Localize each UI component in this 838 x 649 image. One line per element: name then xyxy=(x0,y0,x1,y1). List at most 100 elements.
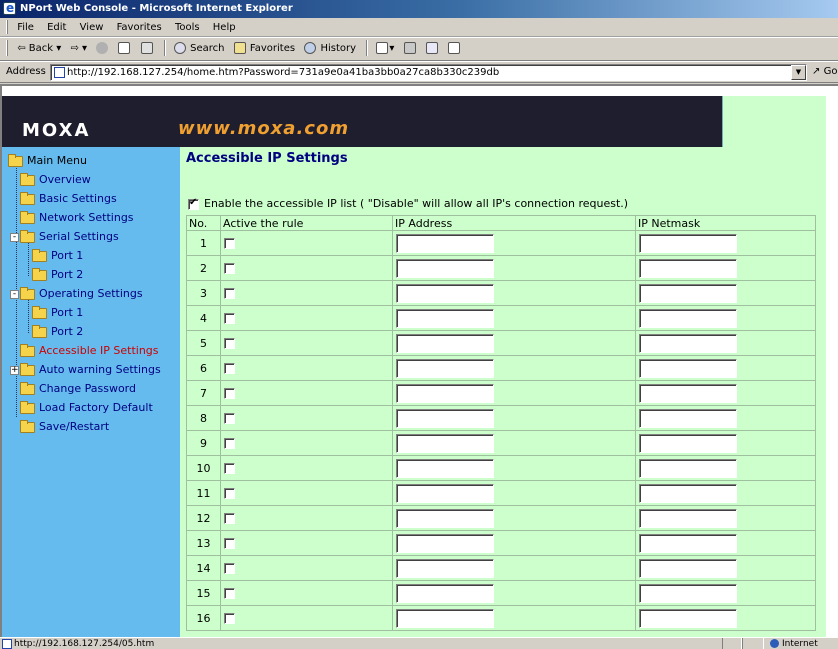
sidebar-item-change-password[interactable]: Change Password xyxy=(20,380,136,398)
sidebar-item-load-factory-default[interactable]: Load Factory Default xyxy=(20,399,153,417)
rule-active-checkbox[interactable] xyxy=(224,488,235,499)
address-dropdown-button[interactable]: ▼ xyxy=(791,65,806,80)
rule-active-cell xyxy=(220,455,393,481)
sidebar-item-save-restart[interactable]: Save/Restart xyxy=(20,418,109,436)
ip-netmask-input[interactable] xyxy=(639,233,737,253)
rule-active-cell xyxy=(220,330,393,356)
sidebar-item-serial-settings[interactable]: - Serial Settings xyxy=(10,228,119,246)
rule-active-checkbox[interactable] xyxy=(224,288,235,299)
forward-button[interactable]: ⇨ ▾ xyxy=(70,43,87,54)
expand-icon[interactable]: + xyxy=(10,365,19,375)
rule-number: 5 xyxy=(186,330,221,356)
ip-netmask-cell xyxy=(635,430,816,456)
sidebar-item-serial-port-1[interactable]: Port 1 xyxy=(32,247,83,265)
enable-accessible-ip-checkbox[interactable] xyxy=(188,197,199,210)
ip-address-input[interactable] xyxy=(396,233,494,253)
sidebar-item-overview[interactable]: Overview xyxy=(20,171,91,189)
ip-address-input[interactable] xyxy=(396,283,494,303)
sidebar-item-operating-port-1[interactable]: Port 1 xyxy=(32,304,83,322)
rule-active-checkbox[interactable] xyxy=(224,463,235,474)
rule-active-checkbox[interactable] xyxy=(224,238,235,249)
address-label: Address xyxy=(6,66,46,77)
favorites-button[interactable]: Favorites xyxy=(233,42,299,54)
rule-active-checkbox[interactable] xyxy=(224,363,235,374)
ip-address-input[interactable] xyxy=(396,608,494,628)
rule-active-checkbox[interactable] xyxy=(224,438,235,449)
back-button[interactable]: ⇦ Back ▾ xyxy=(17,43,64,54)
sidebar-item-accessible-ip-settings[interactable]: Accessible IP Settings xyxy=(20,342,159,360)
sidebar-item-auto-warning-settings[interactable]: + Auto warning Settings xyxy=(10,361,161,379)
ip-netmask-input[interactable] xyxy=(639,558,737,578)
ip-netmask-input[interactable] xyxy=(639,333,737,353)
menu-edit[interactable]: Edit xyxy=(47,22,66,33)
ip-address-input[interactable] xyxy=(396,383,494,403)
menu-view[interactable]: View xyxy=(80,22,104,33)
ip-address-input[interactable] xyxy=(396,483,494,503)
ip-netmask-input[interactable] xyxy=(639,533,737,553)
sidebar-item-basic-settings[interactable]: Basic Settings xyxy=(20,190,117,208)
sidebar-item-serial-port-2[interactable]: Port 2 xyxy=(32,266,83,284)
sidebar-root[interactable]: Main Menu xyxy=(8,152,87,170)
rule-active-checkbox[interactable] xyxy=(224,538,235,549)
ip-netmask-input[interactable] xyxy=(639,458,737,478)
ip-netmask-input[interactable] xyxy=(639,608,737,628)
collapse-icon[interactable]: - xyxy=(10,232,19,242)
discuss-button[interactable] xyxy=(447,42,461,54)
ip-netmask-input[interactable] xyxy=(639,508,737,528)
ip-netmask-input[interactable] xyxy=(639,358,737,378)
ip-netmask-input[interactable] xyxy=(639,433,737,453)
mail-button[interactable]: ▾ xyxy=(376,42,394,54)
ip-address-input[interactable] xyxy=(396,433,494,453)
site-link[interactable]: www.moxa.com xyxy=(178,118,349,139)
go-button[interactable]: ↗ Go xyxy=(812,66,837,77)
ip-netmask-input[interactable] xyxy=(639,283,737,303)
ip-address-cell xyxy=(392,505,636,531)
ip-netmask-input[interactable] xyxy=(639,408,737,428)
stop-icon xyxy=(96,42,109,54)
menu-help[interactable]: Help xyxy=(213,22,236,33)
rule-active-checkbox[interactable] xyxy=(224,563,235,574)
search-button[interactable]: Search xyxy=(173,42,228,54)
rule-active-checkbox[interactable] xyxy=(224,313,235,324)
rule-active-checkbox[interactable] xyxy=(224,513,235,524)
ip-address-input[interactable] xyxy=(396,408,494,428)
home-button[interactable] xyxy=(140,42,154,54)
rule-active-checkbox[interactable] xyxy=(224,413,235,424)
ip-address-cell xyxy=(392,230,636,256)
print-button[interactable] xyxy=(403,42,417,54)
rule-active-checkbox[interactable] xyxy=(224,263,235,274)
ip-address-input[interactable] xyxy=(396,358,494,378)
ip-netmask-input[interactable] xyxy=(639,258,737,278)
sidebar-item-operating-settings[interactable]: - Operating Settings xyxy=(10,285,143,303)
menu-favorites[interactable]: Favorites xyxy=(117,22,162,33)
menu-file[interactable]: File xyxy=(17,22,34,33)
ip-address-input[interactable] xyxy=(396,583,494,603)
ip-netmask-input[interactable] xyxy=(639,383,737,403)
ip-address-input[interactable] xyxy=(396,333,494,353)
stop-button[interactable] xyxy=(96,42,109,54)
rule-active-checkbox[interactable] xyxy=(224,588,235,599)
ip-address-input[interactable] xyxy=(396,258,494,278)
folder-icon xyxy=(20,381,35,395)
menu-tools[interactable]: Tools xyxy=(175,22,200,33)
ip-address-input[interactable] xyxy=(396,533,494,553)
address-input[interactable]: http://192.168.127.254/home.htm?Password… xyxy=(50,64,807,81)
sidebar-item-network-settings[interactable]: Network Settings xyxy=(20,209,134,227)
rule-active-checkbox[interactable] xyxy=(224,613,235,624)
moxa-banner: MOXA www.moxa.com xyxy=(2,86,826,147)
refresh-button[interactable] xyxy=(118,42,131,54)
rule-active-checkbox[interactable] xyxy=(224,338,235,349)
ip-netmask-input[interactable] xyxy=(639,308,737,328)
rule-active-checkbox[interactable] xyxy=(224,388,235,399)
ip-address-input[interactable] xyxy=(396,308,494,328)
ip-address-input[interactable] xyxy=(396,508,494,528)
ip-netmask-input[interactable] xyxy=(639,583,737,603)
ip-address-input[interactable] xyxy=(396,558,494,578)
ip-netmask-input[interactable] xyxy=(639,483,737,503)
sidebar-item-operating-port-2[interactable]: Port 2 xyxy=(32,323,83,341)
history-button[interactable]: History xyxy=(304,42,359,54)
collapse-icon[interactable]: - xyxy=(10,289,19,299)
ip-address-input[interactable] xyxy=(396,458,494,478)
edit-button[interactable] xyxy=(425,42,439,54)
sidebar-menu: Main Menu Overview Basic Settings Networ… xyxy=(2,147,180,637)
